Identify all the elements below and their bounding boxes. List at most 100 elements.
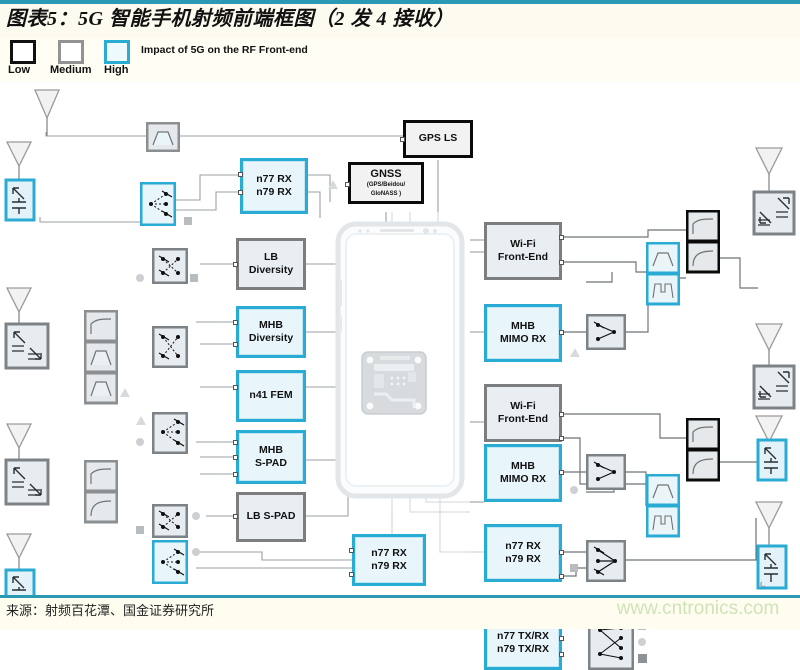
filter-bank-3 xyxy=(84,460,118,524)
block-label-line1: MHB xyxy=(259,318,283,331)
legend-label-high: High xyxy=(104,64,129,76)
source-note: 来源：射频百花潭、国金证券研究所 xyxy=(6,603,215,618)
antenna-gps xyxy=(34,89,60,136)
antenna-tuner-7 xyxy=(756,438,788,482)
port-n77rx1-a xyxy=(238,172,243,177)
antenna-6 xyxy=(754,323,784,368)
port-n77rx3-a xyxy=(559,550,564,555)
block-label-line1: Wi-Fi xyxy=(510,237,536,250)
port-mhbmimo2 xyxy=(559,470,564,475)
block-wifi-front-end-1[interactable]: Wi-Fi Front-End xyxy=(484,222,562,280)
block-label-line2: n79 RX xyxy=(505,553,541,565)
block-n77-n79-rx-3[interactable]: n77 RX n79 RX xyxy=(484,524,562,582)
switch-n77rx3 xyxy=(586,540,626,582)
antenna-tuner-3 xyxy=(4,458,50,506)
marker-square-4 xyxy=(136,526,144,534)
legend-label-medium: Medium xyxy=(50,64,92,76)
antenna-8 xyxy=(754,501,784,546)
filter-bank-black-2 xyxy=(686,418,720,482)
marker-square-txrx-2 xyxy=(638,654,647,663)
block-n41-fem[interactable]: n41 FEM xyxy=(236,370,306,422)
block-n77-n79-rx-1[interactable]: n77 RX n79 RX xyxy=(240,158,308,214)
port-gnss xyxy=(345,182,350,187)
marker-triangle-gnss xyxy=(328,180,338,189)
legend-swatch-high xyxy=(104,40,130,64)
port-mhbspad-c xyxy=(233,472,238,477)
block-wifi-front-end-2[interactable]: Wi-Fi Front-End xyxy=(484,384,562,442)
filter-bank-wifi-2 xyxy=(646,474,680,538)
port-wifi1-b xyxy=(559,260,564,265)
block-label-line2: S-PAD xyxy=(255,457,287,469)
block-gnss[interactable]: GNSS (GPS/Beidou/ GloNASS ) xyxy=(348,162,424,204)
block-label-line2: MIMO RX xyxy=(499,473,547,485)
marker-circle-lb xyxy=(136,274,144,282)
block-mhb-diversity[interactable]: MHB Diversity xyxy=(236,306,306,358)
switch-mimo-1 xyxy=(586,314,626,350)
block-mhb-mimo-rx-1[interactable]: MHB MIMO RX xyxy=(484,304,562,362)
block-lb-diversity[interactable]: LB Diversity xyxy=(236,238,306,290)
antenna-5-stub xyxy=(752,234,786,238)
block-label-line2: MIMO RX xyxy=(499,333,547,345)
marker-circle-3 xyxy=(136,438,144,446)
antenna-5 xyxy=(754,147,784,192)
antenna-tuner-2 xyxy=(4,322,50,370)
marker-triangle-3 xyxy=(136,416,146,425)
block-lb-s-pad[interactable]: LB S-PAD xyxy=(236,492,306,542)
switch-mimo-2 xyxy=(586,454,626,490)
block-label-line1: Wi-Fi xyxy=(510,399,536,412)
port-n77rx3-b xyxy=(559,574,564,579)
port-wifi1-a xyxy=(559,235,564,240)
block-label-line1: MHB xyxy=(511,459,535,472)
watermark: www.cntronics.com xyxy=(616,598,780,619)
antenna-tuner-1 xyxy=(4,178,36,222)
port-n77rx2-b xyxy=(349,572,354,577)
port-wifi2-a xyxy=(559,412,564,417)
smartphone-illustration xyxy=(335,221,465,499)
switch-3 xyxy=(152,412,188,454)
legend-label-low: Low xyxy=(8,64,30,76)
block-label: GNSS xyxy=(370,167,402,180)
block-label-line2: Diversity xyxy=(248,264,294,276)
block-label-line2: n79 RX xyxy=(371,560,407,572)
block-n77-n79-rx-2[interactable]: n77 RX n79 RX xyxy=(352,534,426,586)
port-n41fem xyxy=(233,385,238,390)
diagram-canvas: GPS LS GNSS (GPS/Beidou/ GloNASS ) n77 R… xyxy=(0,82,800,670)
port-mhbspad-b xyxy=(233,455,238,460)
block-label-line1: MHB xyxy=(511,319,535,332)
port-mhbdiv-a xyxy=(233,320,238,325)
legend-note: Impact of 5G on the RF Front-end xyxy=(141,44,308,56)
filter-bank-wifi-1 xyxy=(646,242,680,306)
block-label-line2: Front-End xyxy=(497,251,549,263)
switch-1 xyxy=(140,182,176,226)
block-label-line1: n77 RX xyxy=(505,539,541,552)
filter-bank-2 xyxy=(84,310,118,405)
marker-square-lb xyxy=(190,274,198,282)
port-mhbspad-a xyxy=(233,440,238,445)
block-mhb-s-pad[interactable]: MHB S-PAD xyxy=(236,430,306,484)
switch-5 xyxy=(152,540,188,584)
block-label-line2: n79 RX xyxy=(256,186,292,198)
port-txrx-b xyxy=(559,652,564,657)
figure-page: 图表5：5G 智能手机射频前端框图（2 发 4 接收） Low Medium H… xyxy=(0,0,800,670)
switch-2 xyxy=(152,326,188,368)
block-label: n41 FEM xyxy=(249,389,293,402)
block-label-line1: n77 RX xyxy=(256,172,292,185)
block-mhb-mimo-rx-2[interactable]: MHB MIMO RX xyxy=(484,444,562,502)
block-label-line1: LB xyxy=(264,250,278,263)
block-label-line2: Front-End xyxy=(497,413,549,425)
block-label: LB S-PAD xyxy=(246,510,296,523)
port-n77rx2-a xyxy=(349,548,354,553)
marker-square-n77rx3 xyxy=(570,564,578,572)
port-gps-ls xyxy=(400,137,405,142)
block-label-line1: n77 TX/RX xyxy=(497,629,549,642)
marker-square-1 xyxy=(184,217,192,225)
marker-triangle-mimo1 xyxy=(570,348,580,357)
block-label-line2: n79 TX/RX xyxy=(497,643,549,655)
marker-circle-4 xyxy=(192,512,200,520)
marker-triangle-2 xyxy=(120,388,130,397)
block-gps-ls[interactable]: GPS LS xyxy=(403,120,473,158)
block-label: GPS LS xyxy=(418,132,458,145)
block-sublabel-2: GloNASS ) xyxy=(370,190,402,197)
block-label-line1: n77 RX xyxy=(371,546,407,559)
antenna-tuner-5 xyxy=(752,190,796,236)
